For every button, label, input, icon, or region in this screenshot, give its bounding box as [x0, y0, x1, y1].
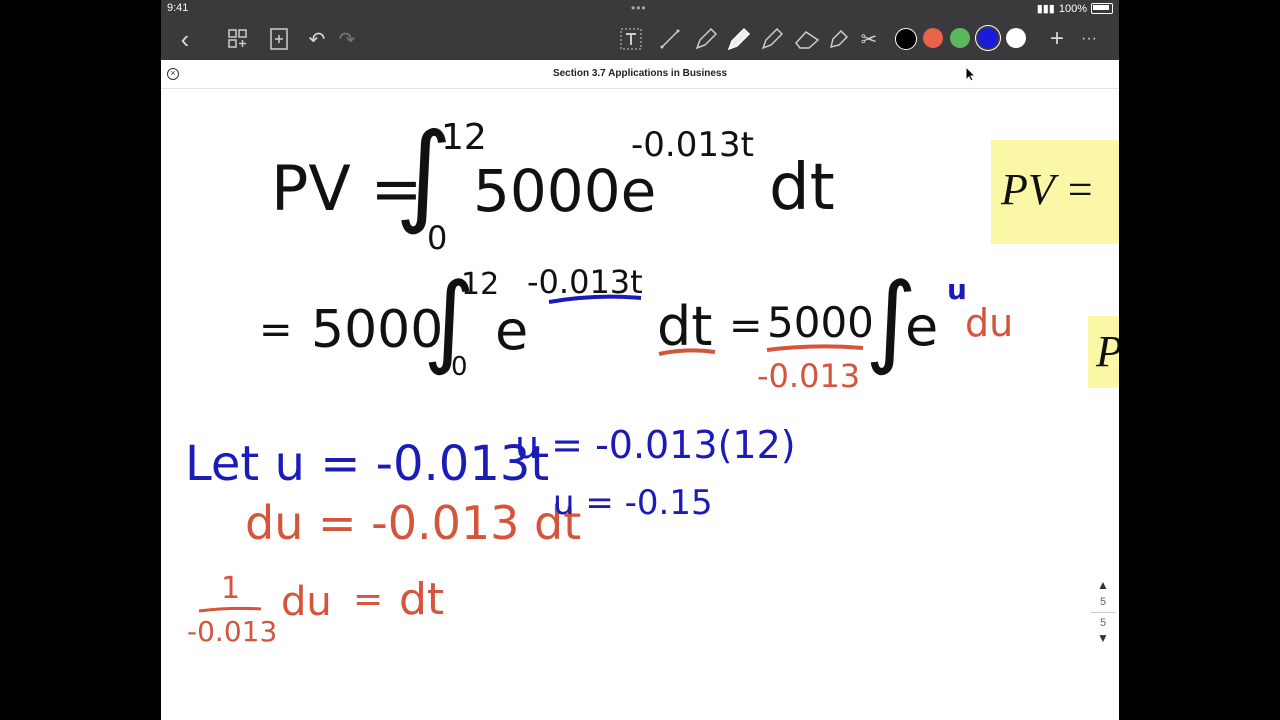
- red-fraction-bar: [766, 344, 864, 352]
- u-substitution-2: u = -0.15: [553, 483, 713, 523]
- undo-icon[interactable]: ↶: [305, 25, 329, 53]
- back-icon[interactable]: ‹: [173, 24, 197, 54]
- sticky-text-2: P: [1096, 326, 1119, 377]
- coefficient-1: 5000e: [473, 157, 657, 225]
- highlighter-icon[interactable]: [725, 25, 753, 53]
- equals-1: =: [259, 307, 293, 353]
- mouse-cursor-icon: [965, 66, 975, 82]
- battery-icon: [1091, 3, 1113, 14]
- page-total: 5: [1099, 617, 1107, 629]
- e-base-2: e: [495, 299, 529, 362]
- eraser-icon[interactable]: [793, 25, 821, 53]
- fraction-denominator: -0.013: [757, 357, 861, 395]
- multitask-dots[interactable]: •••: [631, 1, 647, 15]
- red-underline-dt: [658, 348, 716, 356]
- document-title: Section 3.7 Applications in Business: [552, 68, 728, 79]
- integral-lower-1: 0: [427, 219, 448, 257]
- du-equation: du = -0.013 dt: [245, 496, 582, 550]
- blue-underline: [548, 294, 642, 304]
- exponent-1: -0.013t: [631, 125, 754, 165]
- u-substitution-1: u = -0.013(12): [515, 423, 796, 467]
- line-icon[interactable]: [658, 25, 682, 53]
- scissors-icon[interactable]: ✂: [856, 25, 882, 53]
- redo-icon[interactable]: ↷: [335, 25, 359, 53]
- fraction-one: 1: [221, 571, 241, 606]
- fraction-numerator: 5000: [767, 298, 874, 347]
- sticky-text-1: PV =: [1001, 165, 1095, 214]
- add-page-icon[interactable]: [267, 25, 291, 53]
- let-u-statement: Let u = -0.013t: [185, 436, 550, 492]
- sticky-note-2[interactable]: P: [1088, 316, 1119, 388]
- color-red[interactable]: [923, 28, 943, 48]
- add-icon[interactable]: +: [1045, 25, 1069, 53]
- lasso-icon[interactable]: [826, 25, 852, 53]
- document-header: × Section 3.7 Applications in Business: [161, 60, 1119, 89]
- color-green[interactable]: [950, 28, 970, 48]
- integral-lower-2: 0: [451, 352, 468, 382]
- page-current: 5: [1091, 596, 1115, 613]
- dt-3: dt: [399, 574, 445, 625]
- toolbar: ‹ ↶ ↷ ✂ + ···: [161, 18, 1119, 60]
- equals-3: =: [353, 579, 384, 620]
- equals-2: =: [729, 303, 763, 349]
- e-base-3: e: [905, 295, 939, 358]
- status-time: 9:41: [167, 2, 189, 14]
- color-blue[interactable]: [978, 28, 998, 48]
- du-2: du: [281, 579, 332, 625]
- integral-upper-2: 12: [461, 267, 500, 302]
- thumbnails-icon[interactable]: [225, 25, 251, 53]
- pencil-icon[interactable]: [759, 25, 785, 53]
- page-up-icon[interactable]: ▲: [1091, 578, 1115, 592]
- sticky-note-1[interactable]: PV =: [991, 140, 1119, 244]
- dt-1: dt: [769, 151, 835, 225]
- battery-text: 100%: [1058, 2, 1087, 15]
- text-tool-icon[interactable]: [619, 25, 643, 53]
- page-indicator: ▲ 5 5 ▼: [1091, 578, 1115, 645]
- signal-icon: ▮▮▮: [1036, 3, 1055, 15]
- integral-upper-1: 12: [441, 117, 487, 158]
- exponent-u: u: [947, 273, 967, 306]
- pen-icon[interactable]: [693, 25, 719, 53]
- page-down-icon[interactable]: ▼: [1091, 631, 1115, 645]
- red-fraction-bar-2: [198, 606, 262, 613]
- more-icon[interactable]: ···: [1075, 25, 1103, 53]
- color-black[interactable]: [895, 28, 917, 50]
- du-red: du: [965, 301, 1014, 345]
- fraction-den-2: -0.013: [187, 615, 278, 648]
- status-bar: 9:41 ••• ▮▮▮ 100%: [161, 0, 1119, 18]
- color-white[interactable]: [1006, 28, 1026, 48]
- app-screen: 9:41 ••• ▮▮▮ 100% ‹ ↶ ↷ ✂ + ··· × Sectio…: [161, 0, 1119, 720]
- status-right: ▮▮▮ 100%: [1037, 2, 1113, 15]
